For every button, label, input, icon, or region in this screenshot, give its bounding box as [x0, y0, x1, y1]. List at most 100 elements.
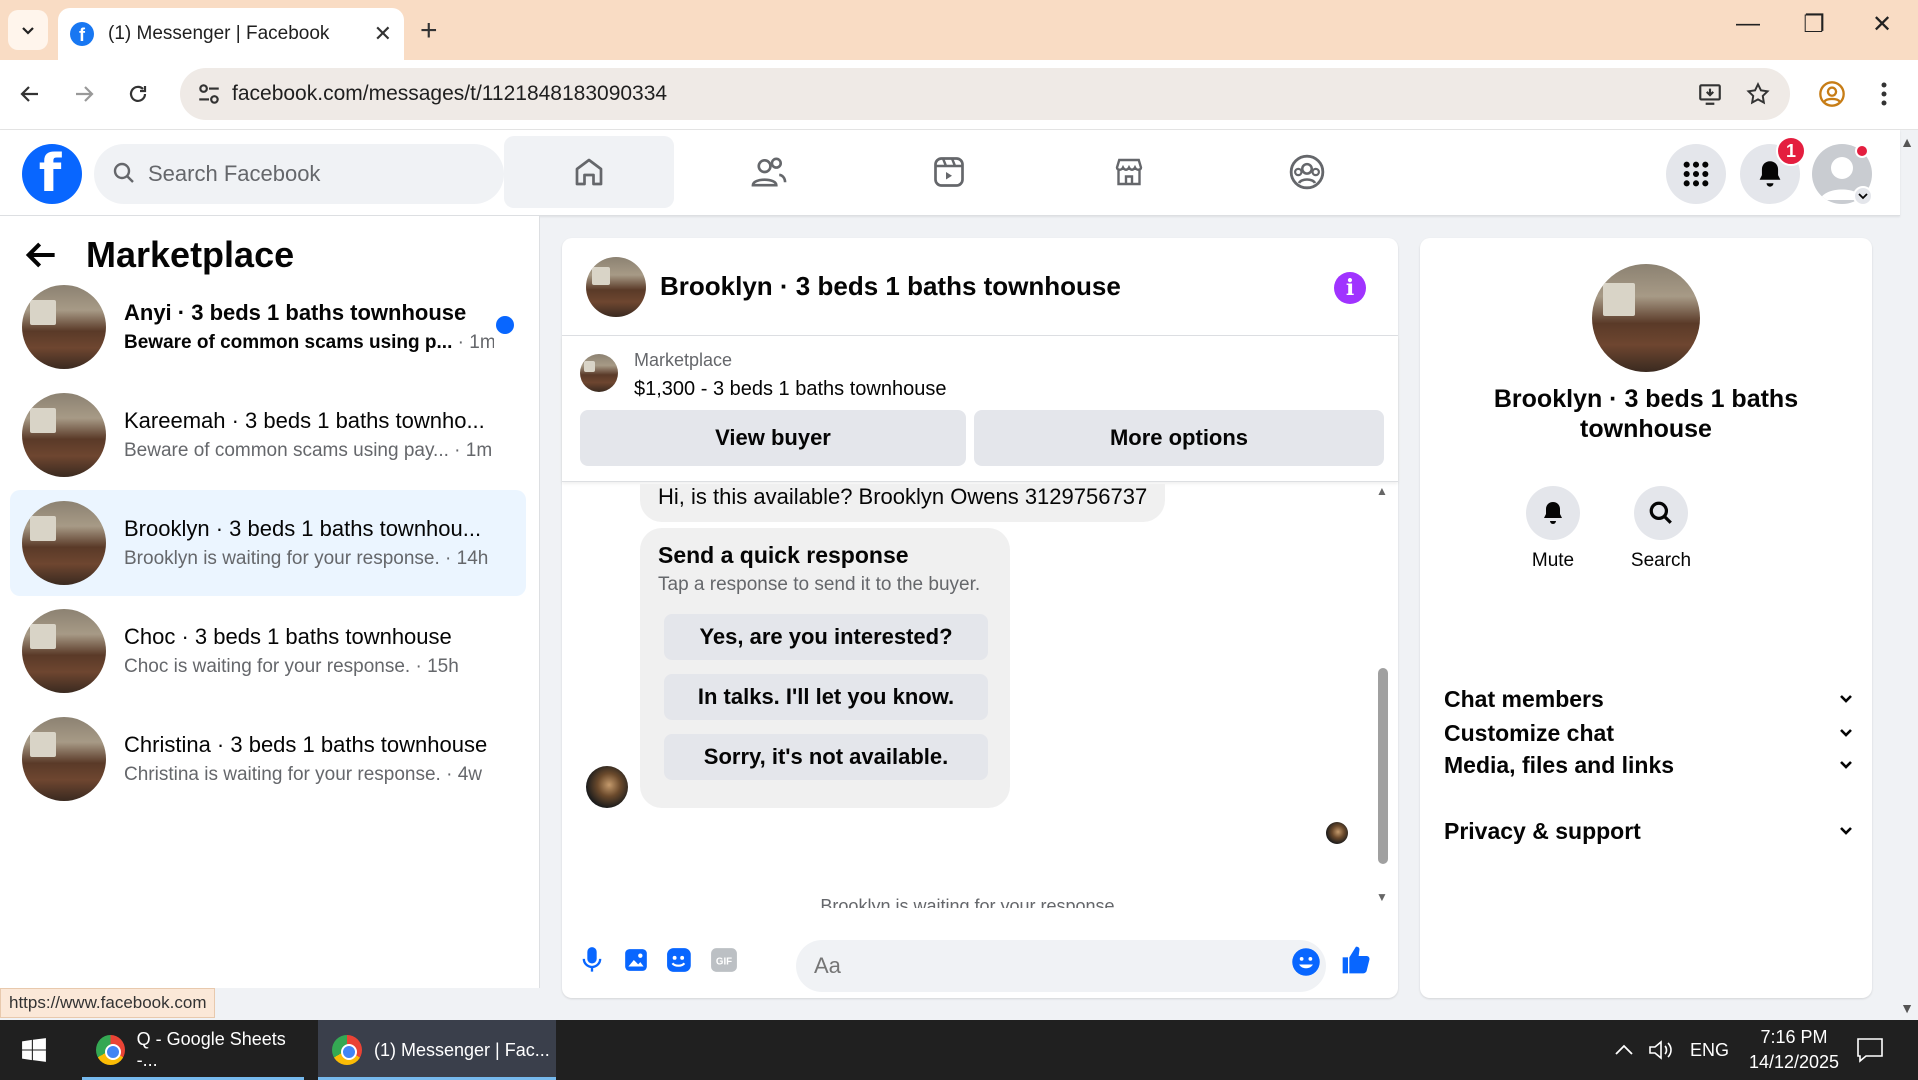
taskbar-item-sheets[interactable]: Q - Google Sheets -... [82, 1020, 304, 1080]
conversation-item[interactable]: Choc · 3 beds 1 baths townhouse Choc is … [10, 598, 526, 704]
scroll-up-icon[interactable]: ▲ [1376, 484, 1388, 498]
reload-button[interactable] [120, 76, 156, 112]
new-tab-button[interactable]: + [420, 14, 438, 48]
conversation-preview: Brooklyn is waiting for your response. [124, 548, 440, 569]
search-icon [113, 162, 134, 183]
conversation-item[interactable]: Kareemah · 3 beds 1 baths townho... Bewa… [10, 382, 526, 488]
nav-friends[interactable] [684, 136, 854, 208]
star-icon [1746, 82, 1770, 105]
search-placeholder: Search Facebook [148, 161, 321, 186]
gif-button[interactable]: GIF [706, 942, 742, 978]
chevron-down-icon [1840, 695, 1852, 703]
browser-menu-button[interactable] [1866, 76, 1902, 112]
nav-home[interactable] [504, 136, 674, 208]
browser-tab[interactable]: f (1) Messenger | Facebook ✕ [58, 8, 404, 60]
nav-marketplace[interactable] [1044, 136, 1214, 208]
voice-clip-button[interactable] [574, 942, 610, 978]
nav-groups[interactable] [1222, 136, 1392, 208]
language-indicator[interactable]: ENG [1690, 1020, 1729, 1080]
sender-avatar[interactable] [586, 766, 628, 808]
more-options-button[interactable]: More options [974, 410, 1384, 466]
url-bar[interactable]: facebook.com/messages/t/1121848183090334 [180, 68, 1790, 120]
info-icon[interactable]: i [1334, 272, 1366, 304]
conversation-name: Anyi · 3 beds 1 baths townhouse [124, 300, 467, 325]
chat-header: Brooklyn · 3 beds 1 baths townhouse i [562, 238, 1398, 336]
chat-details-panel: Brooklyn · 3 beds 1 baths townhouse Mute… [1420, 238, 1872, 998]
microphone-icon [582, 947, 602, 972]
conversation-item[interactable]: Anyi · 3 beds 1 baths townhouse Beware o… [10, 274, 526, 380]
browser-tab-bar: f (1) Messenger | Facebook ✕ + — ❐ ✕ [0, 0, 1918, 60]
bell-icon [1544, 502, 1562, 524]
facebook-search-input[interactable]: Search Facebook [94, 144, 504, 204]
chevron-up-icon [1615, 1044, 1633, 1055]
notifications-button[interactable]: 1 [1740, 136, 1806, 204]
conversation-item[interactable]: Christina · 3 beds 1 baths townhouse Chr… [10, 706, 526, 812]
start-button[interactable] [14, 1020, 54, 1080]
like-button[interactable] [1338, 942, 1374, 978]
search-icon [1649, 501, 1672, 524]
emoji-button[interactable] [1288, 944, 1324, 980]
install-app-button[interactable] [1692, 76, 1728, 112]
conversation-item-active[interactable]: Brooklyn · 3 beds 1 baths townhou... Bro… [10, 490, 526, 596]
chat-listing-thumbnail[interactable] [586, 256, 646, 317]
listing-price[interactable]: $1,300 - 3 beds 1 baths townhouse [634, 378, 946, 401]
media-files-links-section[interactable]: Media, files and links [1444, 740, 1854, 790]
conversation-preview: Christina is waiting for your response. [124, 764, 441, 785]
page-title: Marketplace [86, 234, 295, 275]
friends-icon [751, 157, 787, 187]
bookmark-button[interactable] [1740, 76, 1776, 112]
page-scroll-up-icon[interactable]: ▲ [1900, 134, 1914, 150]
nav-video[interactable] [864, 136, 1034, 208]
forward-button[interactable] [66, 76, 102, 112]
quick-response-button[interactable]: Yes, are you interested? [664, 614, 988, 660]
search-in-chat-button[interactable]: Search [1616, 486, 1706, 572]
restore-button[interactable]: ❐ [1784, 10, 1844, 39]
chat-members-section[interactable]: Chat members [1444, 674, 1854, 724]
listing-label: Marketplace [634, 350, 733, 370]
close-window-button[interactable]: ✕ [1852, 10, 1912, 39]
clock-date: 14/12/2025 [1748, 1052, 1840, 1072]
privacy-support-section[interactable]: Privacy & support [1444, 806, 1854, 856]
view-buyer-button[interactable]: View buyer [580, 410, 966, 466]
quick-response-button[interactable]: In talks. I'll let you know. [664, 674, 988, 720]
arrow-left-icon[interactable] [24, 240, 58, 270]
attach-photo-button[interactable] [618, 942, 654, 978]
volume-button[interactable] [1648, 1020, 1674, 1080]
thumbs-up-icon [1342, 946, 1370, 974]
message-input[interactable] [796, 940, 1326, 992]
chat-title[interactable]: Brooklyn · 3 beds 1 baths townhouse [660, 271, 1121, 302]
thread-scrollbar[interactable]: ▲ ▼ [1376, 484, 1390, 906]
facebook-logo-icon[interactable]: f [22, 144, 82, 204]
chat-profile-image[interactable] [1592, 264, 1700, 372]
back-button[interactable] [12, 76, 48, 112]
search-label: Search [1630, 550, 1692, 571]
show-hidden-icons-button[interactable] [1614, 1020, 1634, 1080]
close-tab-icon[interactable]: ✕ [374, 21, 392, 47]
taskbar-item-messenger[interactable]: (1) Messenger | Fac... [318, 1020, 556, 1080]
chevron-down-icon [22, 27, 34, 35]
svg-text:GIF: GIF [716, 956, 732, 967]
conversation-preview: Beware of common scams using pay... [124, 440, 449, 461]
tab-search-button[interactable] [8, 10, 48, 50]
quick-response-button[interactable]: Sorry, it's not available. [664, 734, 988, 780]
menu-button[interactable] [1666, 144, 1726, 204]
account-alert-dot [1855, 144, 1869, 158]
action-center-button[interactable] [1856, 1020, 1884, 1080]
listing-thumbnail[interactable] [580, 354, 618, 392]
profile-button[interactable] [1814, 76, 1850, 112]
site-settings-icon[interactable] [196, 81, 222, 107]
taskbar-item-label: (1) Messenger | Fac... [374, 1039, 550, 1060]
sticker-button[interactable] [662, 942, 698, 978]
url-text: facebook.com/messages/t/1121848183090334 [232, 82, 668, 105]
windows-logo-icon [22, 1038, 46, 1062]
scroll-down-icon[interactable]: ▼ [1376, 890, 1388, 904]
clock-time: 7:16 PM [1760, 1027, 1828, 1047]
seen-indicator-avatar [1326, 822, 1348, 844]
mute-button[interactable]: Mute [1508, 486, 1598, 572]
scrollbar-thumb[interactable] [1378, 668, 1388, 864]
minimize-button[interactable]: — [1718, 10, 1778, 38]
chevron-down-icon [1840, 827, 1852, 835]
conversation-time: 1m [465, 440, 493, 461]
page-scroll-down-icon[interactable]: ▼ [1900, 1000, 1914, 1016]
clock[interactable]: 7:16 PM 14/12/2025 [1738, 1020, 1850, 1080]
